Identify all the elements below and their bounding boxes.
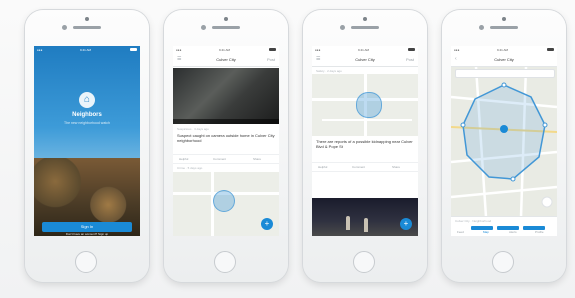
search-input[interactable] <box>455 69 555 78</box>
home-button[interactable] <box>214 251 236 273</box>
camera-icon <box>224 17 228 21</box>
phone-feed: ●●● 9:41 AM ☰ Culver City Post Suspiciou… <box>164 10 288 282</box>
helpful-button[interactable]: Helpful <box>318 165 327 169</box>
map-road <box>322 119 412 121</box>
home-button[interactable] <box>492 251 514 273</box>
sign-in-button[interactable]: Sign In <box>42 222 132 232</box>
post-actions: Helpful Comment Share <box>312 162 418 172</box>
plus-icon[interactable]: + <box>400 218 412 230</box>
feed-screen: ●●● 9:41 AM ☰ Culver City Post Suspiciou… <box>173 46 279 236</box>
sensor-icon <box>201 25 206 30</box>
status-time: 9:41 AM <box>497 48 509 52</box>
status-bar: ●●● 9:41 AM <box>34 46 140 54</box>
home-button[interactable] <box>75 251 97 273</box>
tab-profile[interactable]: Profile <box>535 230 544 234</box>
signal-icon: ●●● <box>37 48 43 52</box>
map-area-marker <box>213 190 235 212</box>
tab-feed[interactable]: Feed <box>457 230 464 234</box>
speaker-grille <box>73 26 101 29</box>
neighborhood-map[interactable] <box>451 67 557 217</box>
signal-icon: ●●● <box>454 48 460 52</box>
comment-button[interactable]: Comment <box>213 157 226 161</box>
signup-link[interactable]: Don't have an account? Sign up <box>34 232 140 236</box>
app-tagline: The new neighborhood watch <box>64 121 110 125</box>
phone-feed-map: ●●● 9:41 AM ☰ Culver City Post Safety · … <box>303 10 427 282</box>
app-showcase-background: ●●● 9:41 AM ⌂ Neighbors The new neighbor… <box>0 0 575 298</box>
sensor-icon <box>62 25 67 30</box>
video-controls[interactable] <box>173 119 279 124</box>
map-svg <box>451 67 557 217</box>
home-button[interactable] <box>353 251 375 273</box>
post-meta: Suspicious · 3 days ago <box>177 127 209 131</box>
camera-icon <box>502 17 506 21</box>
onboarding-screen: ●●● 9:41 AM ⌂ Neighbors The new neighbor… <box>34 46 140 236</box>
tab-alerts[interactable]: Alerts <box>509 230 517 234</box>
battery-icon <box>408 48 415 51</box>
share-button[interactable]: Share <box>253 157 261 161</box>
status-time: 9:41 AM <box>219 48 231 52</box>
phone-onboarding: ●●● 9:41 AM ⌂ Neighbors The new neighbor… <box>25 10 149 282</box>
plus-icon[interactable]: + <box>261 218 273 230</box>
tab-map[interactable]: Map <box>483 230 489 234</box>
app-name: Neighbors <box>72 112 102 118</box>
person-figure <box>346 216 350 230</box>
second-post-meta: Crime · 5 days ago <box>177 166 203 170</box>
status-time: 9:41 AM <box>358 48 370 52</box>
post-link[interactable]: Post <box>267 57 275 62</box>
post-map[interactable] <box>312 74 418 136</box>
speaker-grille <box>351 26 379 29</box>
battery-icon <box>547 48 554 51</box>
nav-bar: ☰ Culver City Post <box>312 54 418 67</box>
sheet-title: Culver City · Neighborhood <box>455 219 492 223</box>
nav-title: Culver City <box>355 57 375 62</box>
nav-title: Culver City <box>494 57 514 62</box>
post-text[interactable]: Suspect caught on camera outside home in… <box>177 133 275 143</box>
tab-bar: Feed Map Alerts Profile <box>451 230 557 236</box>
comment-button[interactable]: Comment <box>352 165 365 169</box>
map-area-marker <box>356 92 382 118</box>
status-time: 9:41 AM <box>80 48 92 52</box>
signal-icon: ●●● <box>315 48 321 52</box>
night-photo[interactable] <box>312 198 418 236</box>
nav-title: Culver City <box>216 57 236 62</box>
sensor-icon <box>479 25 484 30</box>
post-actions: Helpful Comment Share <box>173 154 279 164</box>
status-bar: ●●● 9:41 AM <box>312 46 418 54</box>
camera-icon <box>85 17 89 21</box>
battery-icon <box>130 48 137 51</box>
map-screen: ●●● 9:41 AM ‹ Culver City Culver City · … <box>451 46 557 236</box>
sensor-icon <box>340 25 345 30</box>
app-logo: ⌂ <box>79 92 95 108</box>
battery-icon <box>269 48 276 51</box>
share-button[interactable]: Share <box>392 165 400 169</box>
helpful-button[interactable]: Helpful <box>179 157 188 161</box>
status-bar: ●●● 9:41 AM <box>173 46 279 54</box>
video-thumbnail[interactable] <box>173 68 279 124</box>
camera-icon <box>363 17 367 21</box>
house-icon: ⌂ <box>83 94 91 105</box>
feed-map-screen: ●●● 9:41 AM ☰ Culver City Post Safety · … <box>312 46 418 236</box>
signal-icon: ●●● <box>176 48 182 52</box>
phone-map: ●●● 9:41 AM ‹ Culver City Culver City · … <box>442 10 566 282</box>
nav-bar: ☰ Culver City Post <box>173 54 279 67</box>
nav-bar: ‹ Culver City <box>451 54 557 67</box>
post-link[interactable]: Post <box>406 57 414 62</box>
speaker-grille <box>490 26 518 29</box>
person-figure <box>364 218 368 232</box>
status-bar: ●●● 9:41 AM <box>451 46 557 54</box>
speaker-grille <box>212 26 240 29</box>
post-text[interactable]: There are reports of a possible kidnappi… <box>316 139 414 149</box>
post-meta: Safety · 2 days ago <box>316 69 342 73</box>
